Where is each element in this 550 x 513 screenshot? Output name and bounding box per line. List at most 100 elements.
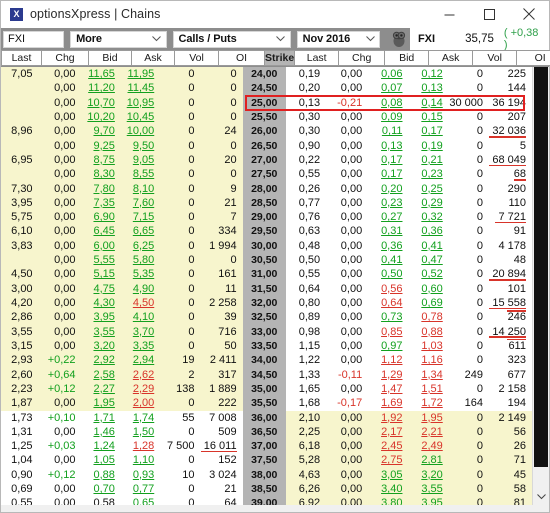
table-row[interactable]: 3,83 0,00 6,00 6,25 0 1 994 30,00 0,48 0,00 0,36 0… [1, 238, 532, 254]
cell-put-bid: 2,45 [368, 439, 409, 454]
cell-strike: 34,00 [242, 353, 286, 368]
options-chain-grid[interactable]: 7,05 0,00 11,65 11,95 0 0 24,00 0,19 0,00 0,06 0,1… [1, 67, 532, 505]
table-row[interactable]: 5,75 0,00 6,90 7,15 0 7 29,00 0,76 0,00 0,27 0,32 0… [1, 210, 532, 225]
cell-call-chg: 0,00 [38, 324, 82, 339]
table-row[interactable]: 1,25 +0,03 1,24 1,28 7 500 16 011 37,00 6,18 0,0… [1, 439, 532, 454]
option-type-dropdown[interactable]: Calls / Puts [172, 30, 291, 48]
table-row[interactable]: 7,05 0,00 11,65 11,95 0 0 24,00 0,19 0,00 0,06 0,1… [1, 67, 532, 82]
expiration-dropdown[interactable]: Nov 2016 [296, 30, 381, 48]
cell-put-chg: 0,00 [326, 109, 369, 125]
close-button[interactable] [509, 1, 549, 27]
cell-strike: 39,00 [242, 496, 286, 505]
table-row[interactable]: 2,23 +0,12 2,27 2,29 138 1 889 35,00 1,65 0,00 1,… [1, 381, 532, 397]
table-row[interactable]: 2,86 0,00 3,95 4,10 0 39 32,50 0,89 0,00 0,73 0,78… [1, 310, 532, 325]
table-row[interactable]: 0,00 8,30 8,55 0 0 27,50 0,55 0,00 0,17 0,23 0 68 [1, 167, 532, 182]
table-row[interactable]: 0,90 +0,12 0,88 0,93 10 3 024 38,00 4,63 0,00 3,0… [1, 467, 532, 483]
column-header-strike[interactable]: Strike [265, 50, 296, 66]
table-row[interactable]: 0,00 9,25 9,50 0 0 26,50 0,90 0,00 0,13 0,19 0 5 [1, 138, 532, 153]
table-row[interactable]: 3,95 0,00 7,35 7,60 0 21 28,50 0,77 0,00 0,23 0,29… [1, 195, 532, 211]
cell-put-chg: 0,00 [326, 224, 369, 239]
cell-call-chg: +0,64 [38, 367, 82, 382]
more-dropdown[interactable]: More [70, 30, 167, 48]
column-header-put-bid[interactable]: Bid [385, 50, 430, 66]
cell-put-bid: 3,40 [368, 482, 409, 497]
chevron-down-icon [361, 36, 379, 42]
cell-put-chg: 0,00 [326, 195, 369, 211]
cell-strike: 28,00 [242, 181, 286, 196]
cell-put-vol: 0 [448, 152, 490, 168]
maximize-button[interactable] [469, 1, 509, 27]
column-header-call-last[interactable]: Last [1, 50, 42, 66]
table-row[interactable]: 6,10 0,00 6,45 6,65 0 334 29,50 0,63 0,00 0,31 0,3… [1, 224, 532, 239]
table-row[interactable]: 3,15 0,00 3,20 3,35 0 50 33,50 1,15 0,00 0,97 1,03… [1, 338, 532, 354]
scrollbar-track[interactable] [533, 67, 549, 489]
table-row[interactable]: 3,00 0,00 4,75 4,90 0 11 31,50 0,64 0,00 0,56 0,60… [1, 281, 532, 296]
cell-put-oi: 58 [489, 482, 532, 497]
table-header: Last Chg Bid Ask Vol OI Strike Last Chg Bid Ask V… [1, 50, 550, 67]
column-header-call-chg[interactable]: Chg [42, 50, 89, 66]
cell-call-vol: 0 [160, 181, 201, 196]
cell-call-bid: 8,75 [81, 152, 121, 168]
table-row[interactable]: 4,20 0,00 4,30 4,50 0 2 258 32,00 0,80 0,00 0,64 0… [1, 296, 532, 311]
table-row[interactable]: 2,60 +0,64 2,58 2,62 2 317 34,50 1,33 -0,11 1,29 1… [1, 367, 532, 382]
table-row[interactable]: 0,69 0,00 0,70 0,77 0 21 38,50 6,26 0,00 3,40 3,55… [1, 482, 532, 497]
cell-call-ask: 6,65 [120, 224, 161, 239]
cell-put-vol: 0 [448, 138, 490, 153]
cell-call-chg: +0,03 [38, 439, 82, 454]
symbol-input[interactable]: FXI [3, 30, 65, 48]
cell-call-last: 4,20 [1, 296, 39, 311]
cell-put-oi: 68 [489, 167, 532, 182]
column-header-put-chg[interactable]: Chg [339, 50, 386, 66]
table-row[interactable]: 6,95 0,00 8,75 9,05 0 20 27,00 0,22 0,00 0,17 0,21… [1, 152, 532, 168]
minimize-button[interactable] [429, 1, 469, 27]
owl-icon[interactable] [388, 29, 410, 49]
cell-call-chg: +0,12 [38, 467, 82, 483]
table-row[interactable]: 2,93 +0,22 2,92 2,94 19 2 411 34,00 1,22 0,00 1,1… [1, 353, 532, 368]
table-row[interactable]: 0,00 5,55 5,80 0 0 30,50 0,50 0,00 0,41 0,47 0 48 [1, 253, 532, 268]
table-row[interactable]: 4,50 0,00 5,15 5,35 0 161 31,00 0,55 0,00 0,50 0,5… [1, 267, 532, 282]
table-row[interactable]: 0,00 11,20 11,45 0 0 24,50 0,20 0,00 0,07 0,13 0 14… [1, 81, 532, 96]
scroll-down-button[interactable] [533, 489, 549, 505]
table-row[interactable]: 0,00 10,20 10,45 0 0 25,50 0,30 0,00 0,09 0,15 0 20… [1, 109, 532, 125]
cell-call-vol: 0 [160, 453, 201, 468]
cell-call-vol: 0 [160, 195, 201, 211]
cell-put-ask: 0,17 [408, 124, 449, 139]
scrollbar-thumb[interactable] [534, 67, 548, 467]
cell-call-chg: 0,00 [38, 109, 82, 125]
table-row[interactable]: 7,30 0,00 7,80 8,10 0 9 28,00 0,26 0,00 0,20 0,25 0… [1, 181, 532, 196]
cell-call-chg: 0,00 [38, 238, 82, 254]
column-header-call-ask[interactable]: Ask [132, 50, 175, 66]
cell-call-vol: 0 [160, 253, 201, 268]
cell-call-ask: 9,50 [120, 138, 161, 153]
column-header-put-vol[interactable]: Vol [473, 50, 518, 66]
cell-put-vol: 0 [448, 338, 490, 354]
table-row[interactable]: 0,55 0,00 0,58 0,65 0 64 39,00 6,92 0,00 3,80 3,95… [1, 496, 532, 505]
table-row[interactable]: 1,04 0,00 1,05 1,10 0 152 37,50 5,28 0,00 2,75 2,8… [1, 453, 532, 468]
cell-strike: 24,50 [242, 81, 286, 96]
table-row[interactable]: 3,55 0,00 3,55 3,70 0 716 33,00 0,98 0,00 0,85 0,8… [1, 324, 532, 339]
column-header-call-bid[interactable]: Bid [89, 50, 132, 66]
table-row[interactable]: 1,73 +0,10 1,71 1,74 55 7 008 36,00 2,10 0,00 1,9… [1, 410, 532, 425]
cell-put-vol: 0 [448, 109, 490, 125]
column-header-put-ask[interactable]: Ask [429, 50, 474, 66]
cell-strike: 38,50 [242, 482, 286, 497]
cell-put-chg: 0,00 [326, 353, 369, 368]
cell-call-oi: 1 994 [200, 238, 243, 254]
table-row[interactable]: 8,96 0,00 9,70 10,00 0 24 26,00 0,30 0,00 0,11 0,1… [1, 124, 532, 139]
cell-put-chg: 0,00 [326, 167, 369, 182]
table-row[interactable]: 1,87 0,00 1,95 2,00 0 222 35,50 1,68 -0,17 1,69 1,… [1, 396, 532, 411]
table-row[interactable]: 0,00 10,70 10,95 0 0 25,00 0,13 -0,21 0,08 0,14 30… [1, 95, 532, 110]
cell-put-bid: 0,27 [368, 210, 409, 225]
cell-strike: 32,00 [242, 296, 286, 311]
cell-call-vol: 55 [160, 410, 201, 425]
cell-call-ask: 3,70 [120, 324, 161, 339]
cell-put-vol: 0 [448, 496, 490, 505]
column-header-put-oi[interactable]: OI [517, 50, 550, 66]
column-header-put-last[interactable]: Last [295, 50, 340, 66]
column-header-call-vol[interactable]: Vol [175, 50, 219, 66]
vertical-scrollbar[interactable] [532, 67, 549, 505]
table-row[interactable]: 1,31 0,00 1,46 1,50 0 509 36,50 2,25 0,00 2,17 2,2… [1, 424, 532, 440]
more-dropdown-label: More [76, 33, 102, 45]
column-header-call-oi[interactable]: OI [219, 50, 265, 66]
cell-put-chg: 0,00 [326, 210, 369, 225]
